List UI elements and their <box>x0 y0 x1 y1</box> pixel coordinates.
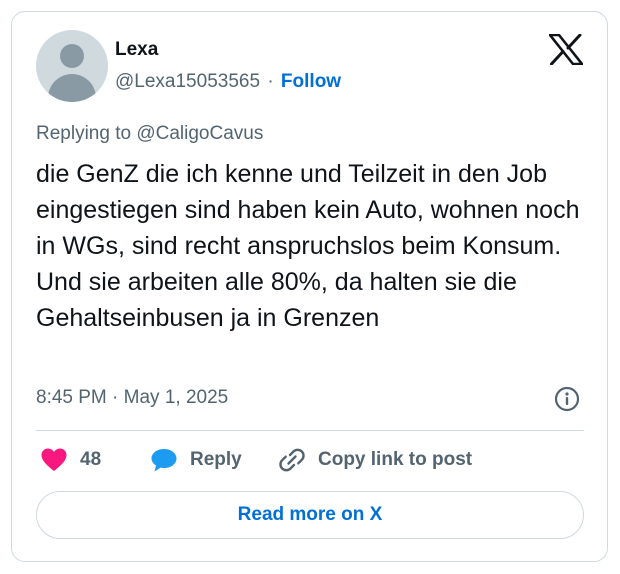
reply-context: Replying to @CaligoCavus <box>36 122 263 146</box>
tweet-date: May 1, 2025 <box>123 387 229 408</box>
reply-context-prefix: Replying to <box>36 123 132 144</box>
copy-link-button[interactable]: Copy link to post <box>278 445 472 475</box>
tweet-text: die GenZ die ich kenne und Teilzeit in d… <box>36 160 580 332</box>
like-count: 48 <box>80 449 102 470</box>
timestamp-separator: · <box>112 387 119 408</box>
separator-dot: · <box>267 71 274 92</box>
speech-bubble-icon <box>151 449 177 472</box>
default-avatar-icon <box>60 44 84 68</box>
link-icon <box>279 448 305 472</box>
info-icon[interactable] <box>554 386 580 412</box>
tweet-time: 8:45 PM <box>36 387 107 408</box>
author-handle[interactable]: @Lexa15053565 <box>115 71 260 92</box>
tweet-timestamp[interactable]: 8:45 PM · May 1, 2025 <box>36 386 228 410</box>
reply-button[interactable]: Reply <box>150 445 242 475</box>
author-handle-row: @Lexa15053565 · Follow <box>115 70 341 94</box>
read-more-button[interactable]: Read more on X <box>36 491 584 539</box>
copy-link-label: Copy link to post <box>318 449 473 470</box>
x-logo-icon[interactable] <box>549 34 583 65</box>
follow-button[interactable]: Follow <box>281 71 341 92</box>
reply-to-handle[interactable]: @CaligoCavus <box>136 123 263 144</box>
divider <box>36 430 584 431</box>
heart-icon <box>41 448 67 471</box>
avatar[interactable] <box>36 30 108 102</box>
tweet-embed-card: Lexa @Lexa15053565 · Follow Replying to … <box>11 11 608 562</box>
author-display-name[interactable]: Lexa <box>115 38 158 62</box>
like-button[interactable]: 48 <box>40 445 101 475</box>
reply-label: Reply <box>190 449 242 470</box>
